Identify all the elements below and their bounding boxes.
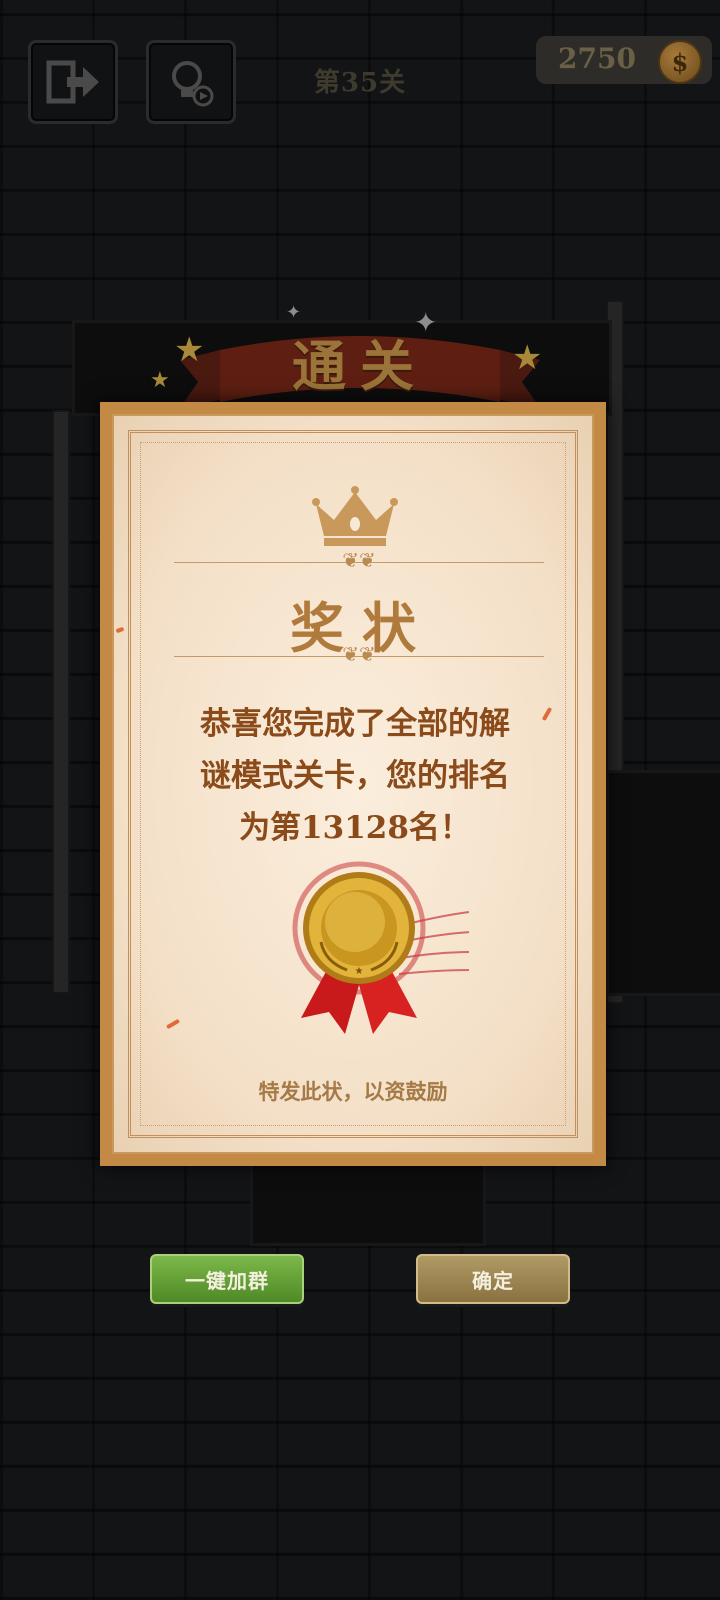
- certificate-footer: 特发此状，以资鼓励: [258, 1079, 448, 1104]
- sparkle-icon: ✦: [286, 302, 302, 323]
- star-icon: ★: [512, 338, 543, 378]
- certificate-paper: ❦❦ 奖状 ❦❦ 恭喜您完成了全部的解 谜模式关卡，您的排名 为第13128名！…: [112, 414, 594, 1154]
- star-icon: ★: [150, 368, 170, 393]
- award-certificate: ❦❦ 奖状 ❦❦ 恭喜您完成了全部的解 谜模式关卡，您的排名 为第13128名！…: [100, 402, 606, 1166]
- join-group-button[interactable]: 一键加群: [150, 1254, 304, 1304]
- ornament-bottom: ❦❦: [342, 642, 376, 666]
- crown-icon: [312, 486, 398, 546]
- star-icon: ★: [174, 330, 205, 370]
- confirm-button[interactable]: 确定: [416, 1254, 570, 1304]
- certificate-message: 恭喜您完成了全部的解 谜模式关卡，您的排名 为第13128名！: [184, 698, 526, 854]
- gold-medal-icon: ★: [292, 861, 469, 1034]
- clear-banner-text: 通关: [292, 334, 428, 398]
- svg-text:★: ★: [355, 966, 364, 977]
- ornament-top: ❦❦: [342, 548, 376, 572]
- coin-value: 2750: [558, 42, 636, 75]
- message-line: 恭喜您完成了全部的解: [200, 706, 510, 742]
- coin-icon: $: [658, 40, 702, 84]
- sparkle-icon: ✦: [414, 306, 438, 339]
- message-line: 为第13128名！: [239, 810, 471, 846]
- message-line: 谜模式关卡，您的排名: [200, 758, 510, 794]
- coin-counter: 2750 $: [536, 36, 712, 84]
